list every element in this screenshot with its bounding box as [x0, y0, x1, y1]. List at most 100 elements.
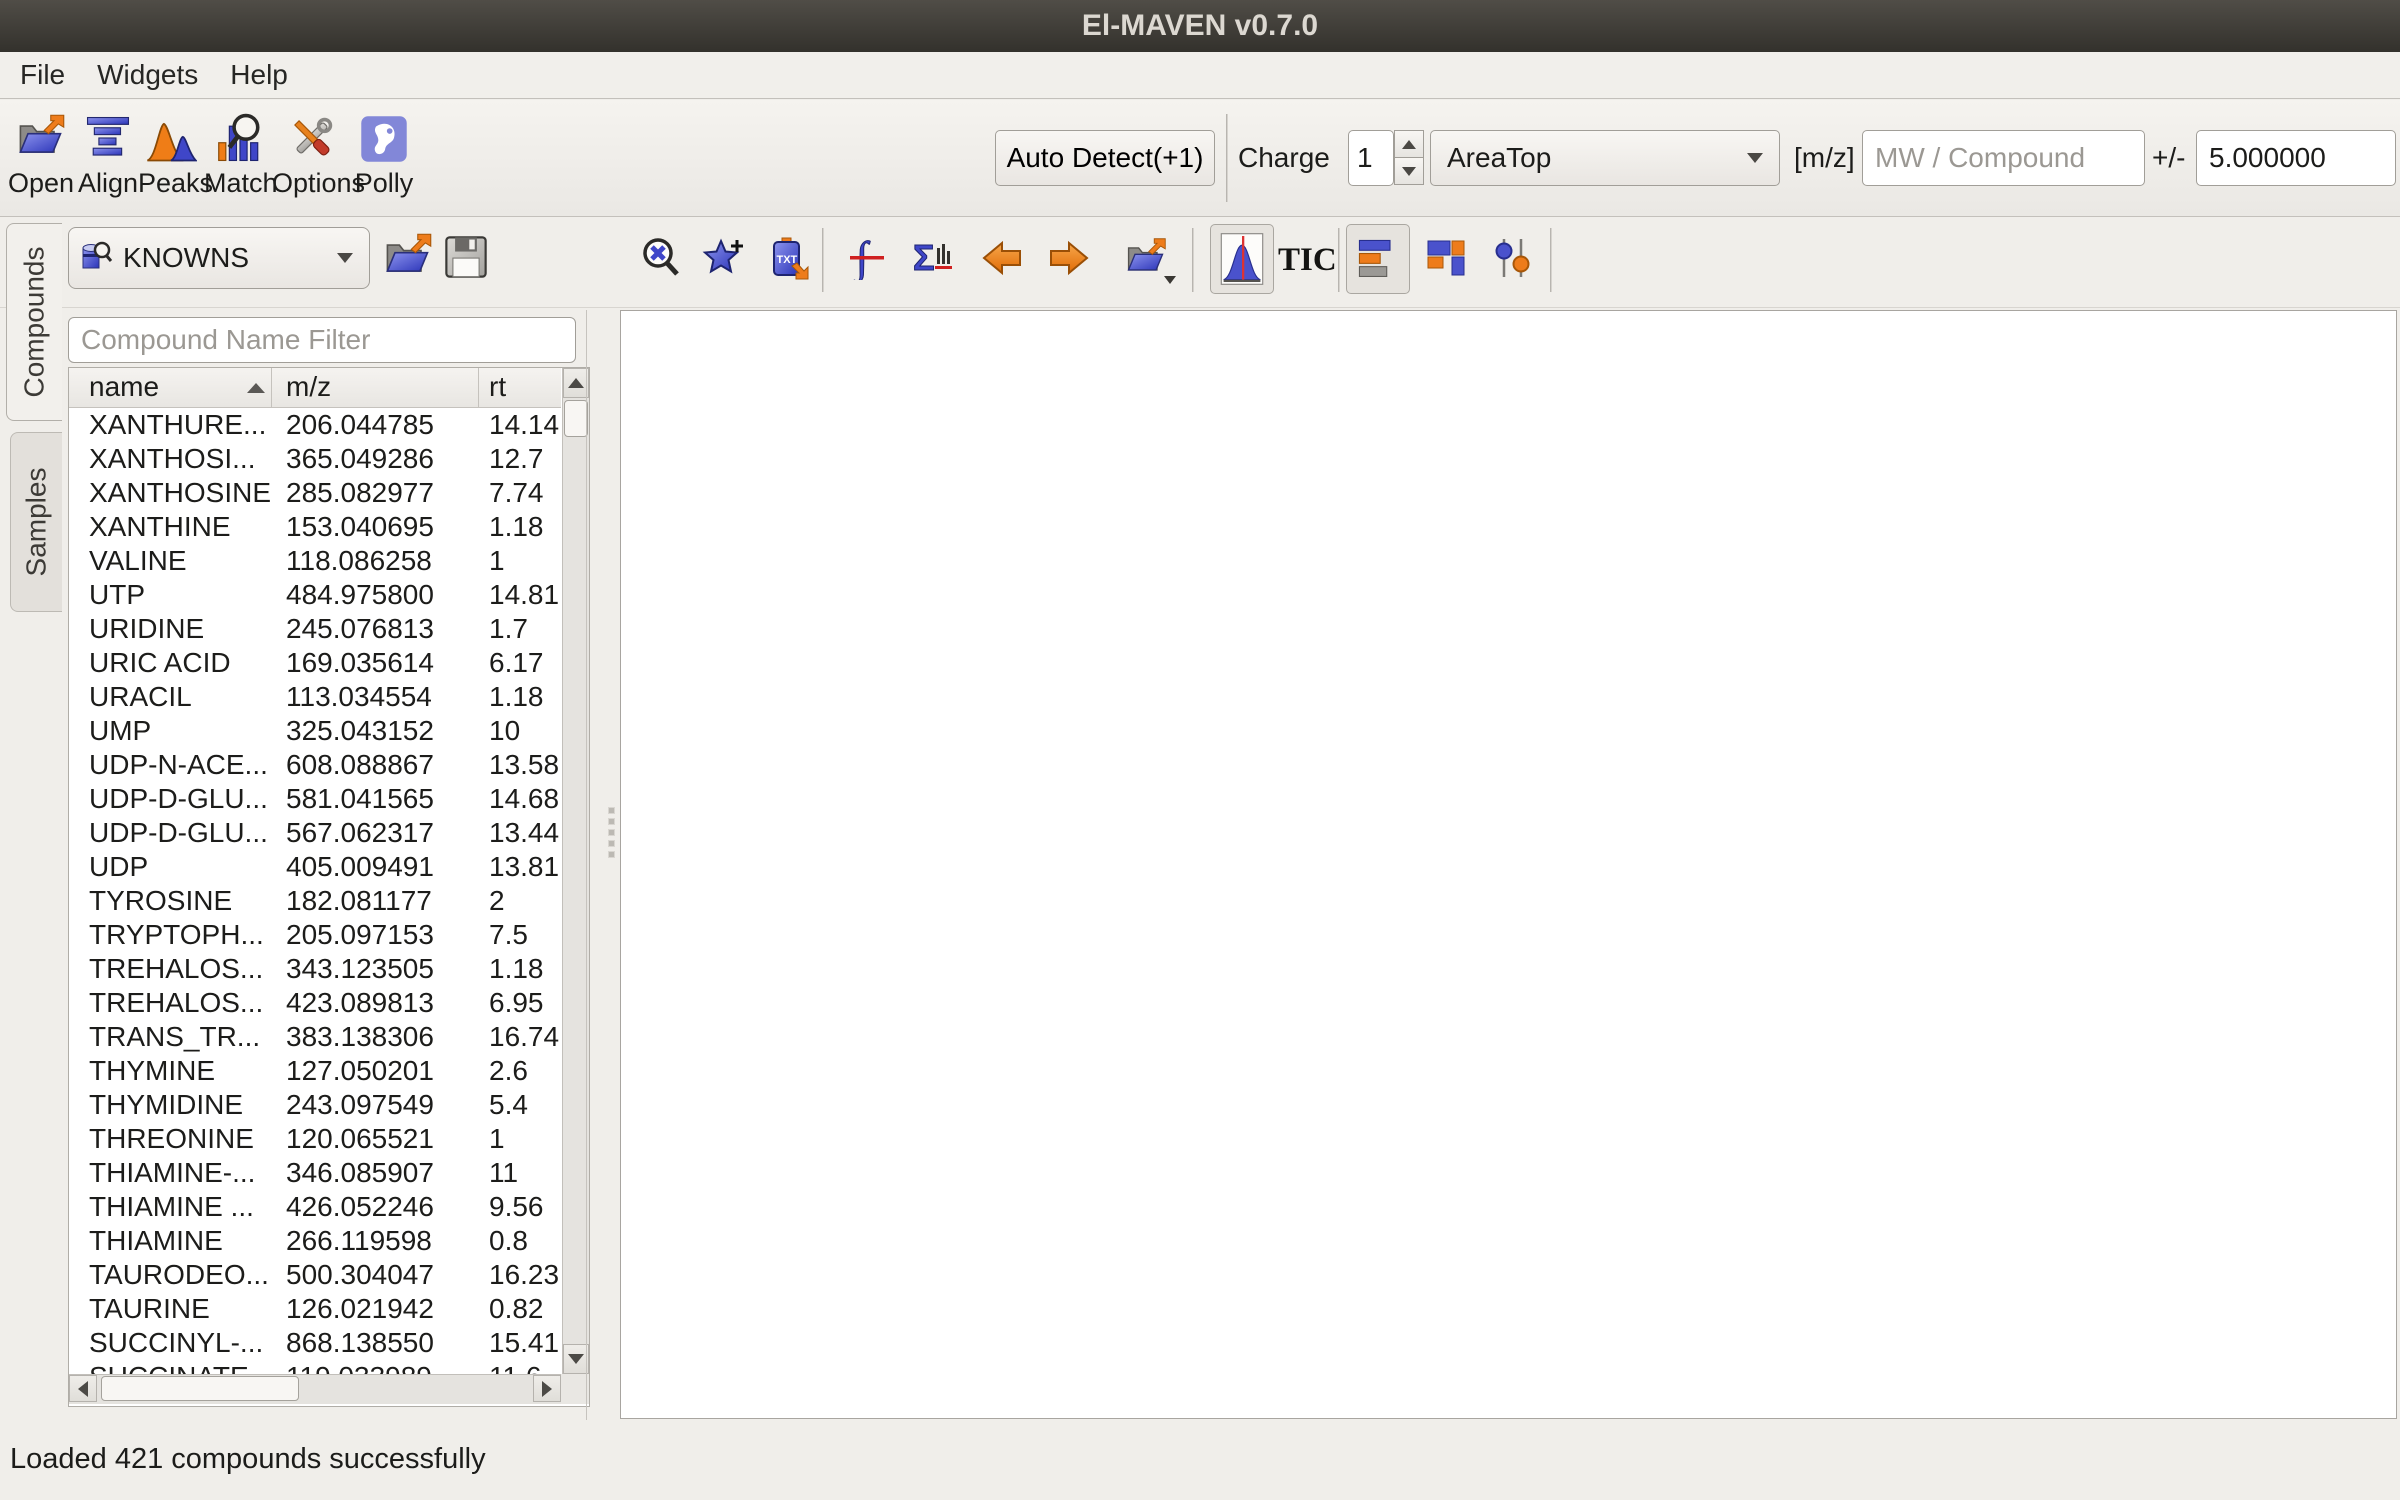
tiles-icon	[1424, 236, 1468, 280]
cell-rt: 13.58	[479, 748, 561, 782]
next-button[interactable]	[1047, 236, 1091, 280]
open-button[interactable]: Open	[8, 108, 74, 199]
show-eic-toggle[interactable]	[1210, 224, 1274, 294]
column-header-mz[interactable]: m/z	[272, 368, 479, 407]
toolbar-separator	[822, 228, 824, 292]
spectra-canvas[interactable]	[620, 310, 2397, 1419]
table-row[interactable]: URACIL 113.034554 1.18	[69, 680, 561, 714]
cell-rt: 10	[479, 714, 561, 748]
table-row[interactable]: SUCCINYL-... 868.138550 15.41	[69, 1326, 561, 1360]
chromatogram-peak-icon	[1219, 231, 1265, 287]
svg-text:Σ: Σ	[913, 237, 935, 278]
table-row[interactable]: TAURINE 126.021942 0.82	[69, 1292, 561, 1326]
table-row[interactable]: UDP-D-GLU... 581.041565 14.68	[69, 782, 561, 816]
table-row[interactable]: THIAMINE 266.119598 0.8	[69, 1224, 561, 1258]
group-graphs-toggle[interactable]	[1346, 224, 1410, 294]
sort-ascending-icon	[247, 383, 265, 393]
tile-layout-button[interactable]	[1424, 236, 1468, 280]
bookmark-button[interactable]	[702, 236, 746, 280]
auto-detect-button[interactable]: Auto Detect(+1)	[995, 130, 1215, 186]
menu-file[interactable]: File	[4, 52, 81, 98]
zoom-reset-button[interactable]	[638, 236, 682, 280]
table-row[interactable]: VALINE 118.086258 1	[69, 544, 561, 578]
cell-mz: 243.097549	[272, 1088, 479, 1122]
arrow-right-icon	[1047, 236, 1091, 280]
charge-field[interactable]	[1348, 130, 1394, 186]
table-row[interactable]: THYMINE 127.050201 2.6	[69, 1054, 561, 1088]
column-header-rt[interactable]: rt	[479, 368, 561, 407]
table-row[interactable]: THIAMINE-... 346.085907 11	[69, 1156, 561, 1190]
table-row[interactable]: URIDINE 245.076813 1.7	[69, 612, 561, 646]
ppm-input[interactable]	[2196, 130, 2396, 186]
load-database-button[interactable]	[382, 230, 434, 284]
table-row[interactable]: THIAMINE ... 426.052246 9.56	[69, 1190, 561, 1224]
polly-button[interactable]: Polly	[352, 108, 416, 199]
chevron-down-icon	[1747, 153, 1763, 163]
mz-search-input[interactable]	[1862, 130, 2145, 186]
table-row[interactable]: URIC ACID 169.035614 6.17	[69, 646, 561, 680]
vertical-scroll-thumb[interactable]	[564, 400, 588, 437]
splitter-handle[interactable]	[604, 310, 618, 1419]
spin-down-button[interactable]	[1394, 157, 1424, 185]
charge-input[interactable]	[1348, 130, 1394, 186]
tic-button[interactable]: TIC	[1278, 242, 1337, 279]
compound-table: name m/z rt XANTHURE... 206.044785 14.14…	[68, 367, 590, 1407]
splitter-dot	[608, 818, 615, 825]
peaks-button[interactable]: Peaks	[138, 108, 204, 199]
table-row[interactable]: THYMIDINE 243.097549 5.4	[69, 1088, 561, 1122]
charge-label: Charge	[1238, 130, 1330, 186]
open-project-menu-button[interactable]	[1124, 236, 1168, 280]
table-row[interactable]: XANTHURE... 206.044785 14.14	[69, 408, 561, 442]
table-row[interactable]: UDP-N-ACE... 608.088867 13.58	[69, 748, 561, 782]
table-row[interactable]: TAURODEO... 500.304047 16.23	[69, 1258, 561, 1292]
cell-mz: 365.049286	[272, 442, 479, 476]
options-button[interactable]: Options	[272, 108, 352, 199]
horizontal-scrollbar[interactable]	[69, 1374, 561, 1404]
window-title: El-MAVEN v0.7.0	[1082, 9, 1318, 42]
match-button[interactable]: Match	[204, 108, 276, 199]
cell-mz: 245.076813	[272, 612, 479, 646]
table-row[interactable]: UMP 325.043152 10	[69, 714, 561, 748]
menu-widgets[interactable]: Widgets	[81, 52, 214, 98]
table-row[interactable]: TREHALOS... 423.089813 6.95	[69, 986, 561, 1020]
export-csv-button[interactable]: TXT	[766, 236, 810, 280]
cell-mz: 205.097153	[272, 918, 479, 952]
tab-samples[interactable]: Samples	[10, 432, 62, 612]
compound-filter-input[interactable]	[68, 317, 576, 363]
table-row[interactable]: UDP 405.009491 13.81	[69, 850, 561, 884]
menu-help[interactable]: Help	[214, 52, 304, 98]
quant-type-select[interactable]: AreaTop	[1430, 130, 1780, 186]
cell-rt: 13.44	[479, 816, 561, 850]
spin-up-button[interactable]	[1394, 130, 1424, 158]
vertical-scrollbar[interactable]	[562, 368, 589, 1374]
cell-rt: 16.74	[479, 1020, 561, 1054]
table-row[interactable]: TRYPTOPH... 205.097153 7.5	[69, 918, 561, 952]
table-row[interactable]: XANTHINE 153.040695 1.18	[69, 510, 561, 544]
scroll-left-button[interactable]	[69, 1375, 97, 1402]
tab-compounds[interactable]: Compounds	[6, 223, 62, 421]
scroll-right-button[interactable]	[533, 1375, 561, 1402]
scatter-points-button[interactable]	[1490, 236, 1534, 280]
cell-mz: 423.089813	[272, 986, 479, 1020]
table-row[interactable]: XANTHOSI... 365.049286 12.7	[69, 442, 561, 476]
table-row[interactable]: SUCCINATE 119.033989 11.6	[69, 1360, 561, 1374]
save-database-button[interactable]	[442, 232, 490, 282]
table-row[interactable]: UDP-D-GLU... 567.062317 13.44	[69, 816, 561, 850]
charge-stepper[interactable]	[1394, 130, 1424, 185]
table-row[interactable]: THREONINE 120.065521 1	[69, 1122, 561, 1156]
horizontal-scroll-thumb[interactable]	[101, 1376, 299, 1401]
align-button[interactable]: Align	[75, 108, 141, 199]
cell-mz: 405.009491	[272, 850, 479, 884]
spline-baseline-button[interactable]: ∫	[846, 236, 890, 280]
table-row[interactable]: TYROSINE 182.081177 2	[69, 884, 561, 918]
table-row[interactable]: TRANS_TR... 383.138306 16.74	[69, 1020, 561, 1054]
sum-areas-button[interactable]: Σ	[911, 236, 955, 280]
status-bar: Loaded 421 compounds successfully	[0, 1421, 2400, 1500]
table-row[interactable]: TREHALOS... 343.123505 1.18	[69, 952, 561, 986]
table-row[interactable]: XANTHOSINE 285.082977 7.74	[69, 476, 561, 510]
compound-table-body: XANTHURE... 206.044785 14.14 XANTHOSI...…	[69, 408, 561, 1374]
previous-button[interactable]	[980, 236, 1024, 280]
database-select[interactable]: KNOWNS	[68, 227, 370, 289]
table-row[interactable]: UTP 484.975800 14.81	[69, 578, 561, 612]
column-header-name[interactable]: name	[69, 368, 272, 407]
